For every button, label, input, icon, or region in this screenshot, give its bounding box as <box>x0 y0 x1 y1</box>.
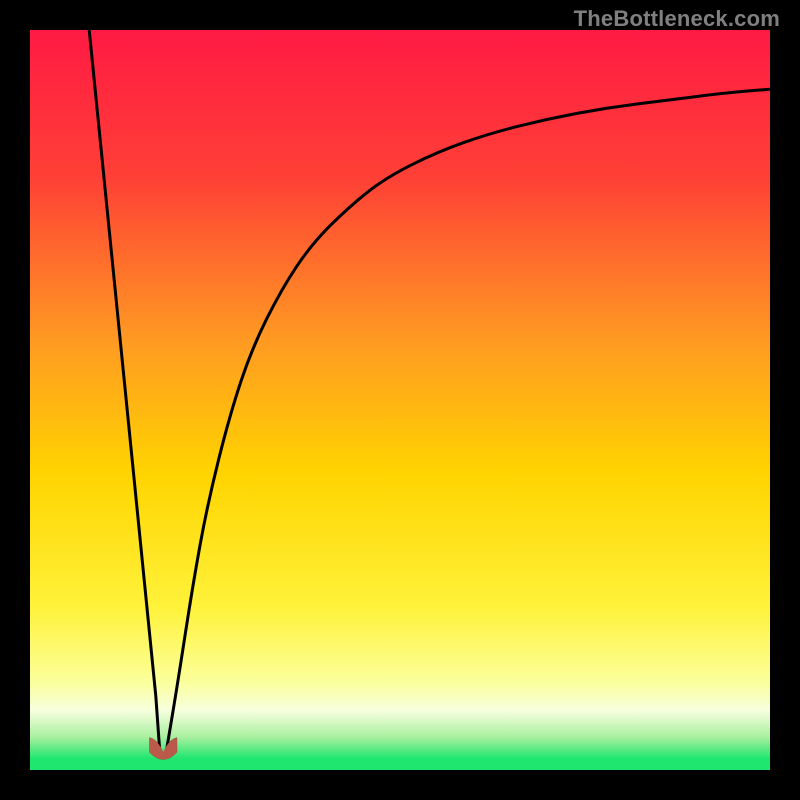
chart-frame: TheBottleneck.com <box>0 0 800 800</box>
watermark-text: TheBottleneck.com <box>574 6 780 32</box>
gradient-fill <box>30 30 770 770</box>
gradient-plot-area <box>30 30 770 770</box>
